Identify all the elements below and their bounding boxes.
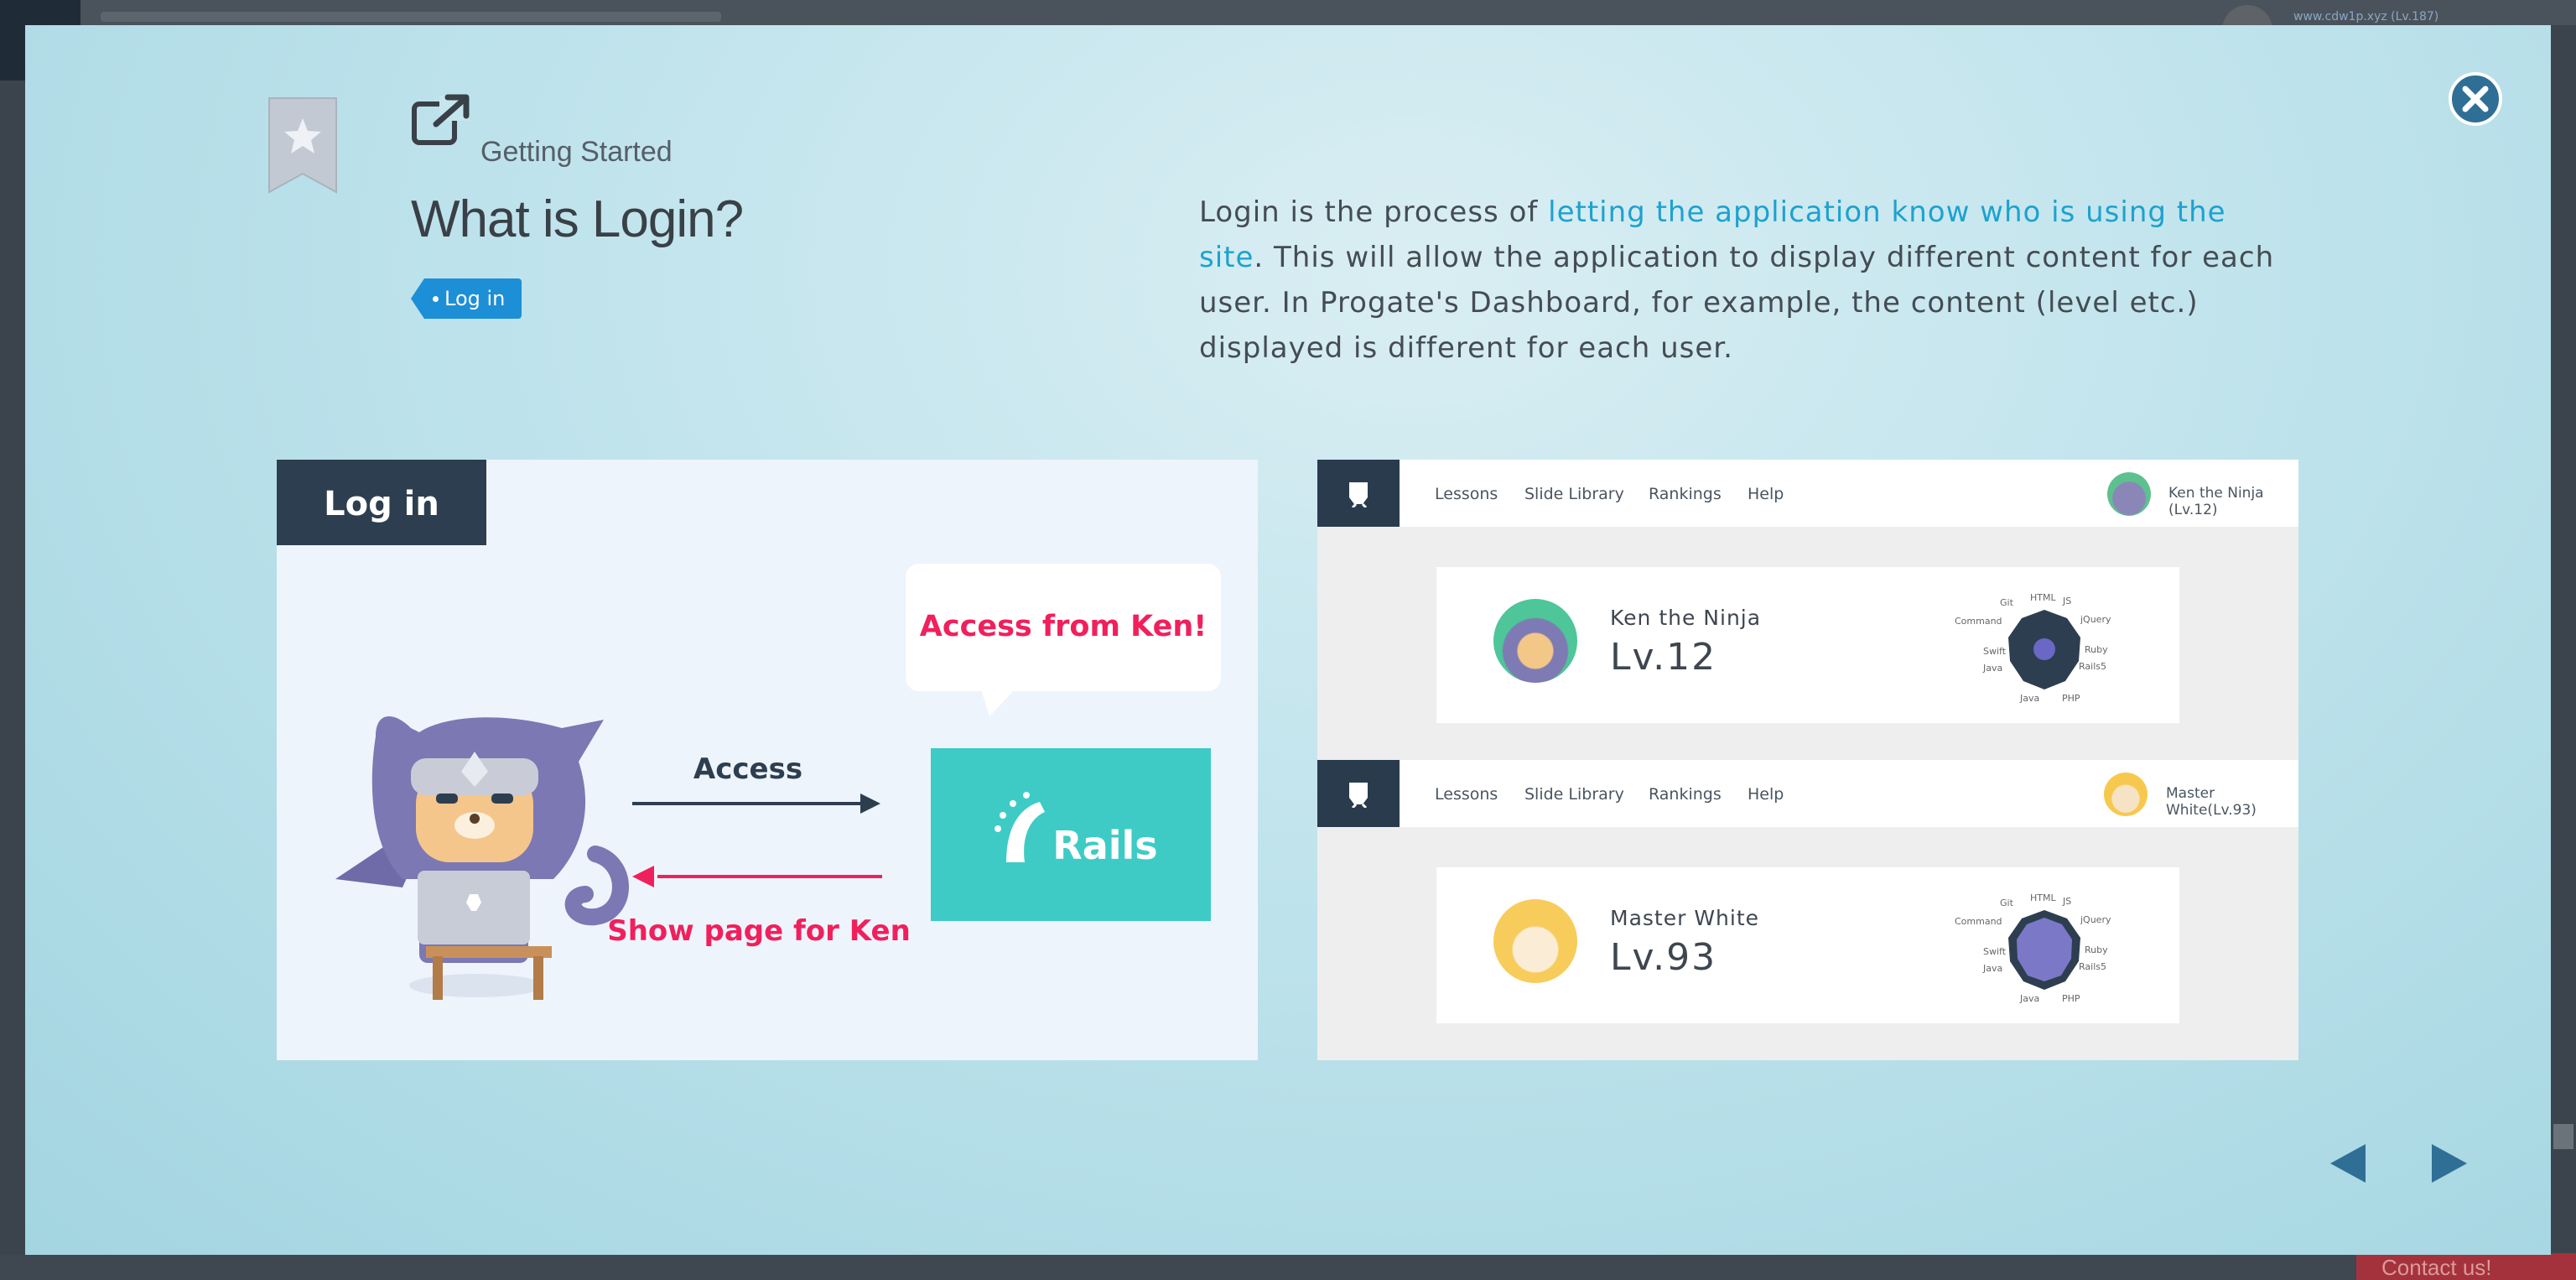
- background-search-bar: [101, 12, 721, 22]
- avatar: [2104, 773, 2148, 816]
- slide-modal: Getting Started What is Login? Log in Lo…: [25, 25, 2551, 1255]
- description-text: Login is the process of: [1199, 195, 1549, 229]
- background-user-label: www.cdw1p.xyz (Lv.187): [2293, 10, 2439, 23]
- radar-label: Java: [2019, 993, 2039, 1004]
- avatar: [2107, 472, 2151, 516]
- radar-label: Rails5: [2079, 661, 2106, 672]
- next-slide-button[interactable]: [2428, 1141, 2470, 1186]
- previous-slide-button[interactable]: [2327, 1141, 2369, 1186]
- nav-lessons: Lessons: [1435, 485, 1498, 503]
- skill-radar: Git HTML JS jQuery Ruby Rails5 PHP Java …: [1955, 892, 2111, 1004]
- radar-label: Ruby: [2085, 644, 2108, 655]
- radar-label: HTML: [2030, 892, 2056, 903]
- close-icon: [2462, 86, 2489, 112]
- profile-card: Master White Lv.93 Git HTML JS jQuery Ru…: [1436, 867, 2179, 1023]
- access-arrow: [632, 793, 880, 814]
- dashboard-user-label: Ken the Ninja (Lv.12): [2168, 485, 2264, 518]
- bookmark-icon[interactable]: [266, 96, 340, 195]
- nav-rankings: Rankings: [1649, 485, 1722, 503]
- radar-label: Swift: [1983, 946, 2007, 957]
- external-link-icon[interactable]: [411, 92, 471, 146]
- radar-label: Ruby: [2085, 944, 2108, 955]
- dashboard-user-label: Master White(Lv.93): [2166, 785, 2257, 819]
- progate-logo-icon: [1317, 460, 1400, 527]
- avatar: [1493, 899, 1577, 983]
- background-scrollbar[interactable]: [2553, 1124, 2573, 1149]
- radar-label: jQuery: [2080, 914, 2111, 925]
- radar-label: Git: [2000, 898, 2014, 908]
- access-label: Access: [693, 752, 802, 786]
- skill-radar: Git HTML JS jQuery Ruby Rails5 PHP Java …: [1955, 592, 2111, 704]
- dashboard-master-white: Lessons Slide Library Rankings Help Mast…: [1317, 760, 2298, 1060]
- response-label: Show page for Ken: [607, 914, 911, 948]
- nav-rankings: Rankings: [1649, 785, 1722, 804]
- response-arrow: [632, 866, 882, 887]
- arrow-right-icon: [2432, 1144, 2467, 1183]
- radar-label: Command: [1955, 916, 2002, 927]
- rails-label: Rails: [1052, 823, 1157, 868]
- profile-level: Lv.12: [1610, 636, 1717, 679]
- profile-name: Ken the Ninja: [1610, 606, 1762, 630]
- radar-label: jQuery: [2080, 614, 2111, 625]
- slide-title: What is Login?: [411, 190, 744, 248]
- slide-description: Login is the process of letting the appl…: [1199, 190, 2289, 371]
- radar-label: Java: [1982, 663, 2002, 674]
- background-footer: [0, 1255, 2576, 1280]
- dashboard-ken: Lessons Slide Library Rankings Help Ken …: [1317, 460, 2298, 762]
- radar-label: PHP: [2062, 693, 2080, 704]
- progate-logo-icon: [1317, 760, 1400, 827]
- nav-help: Help: [1748, 485, 1784, 503]
- slide-category: Getting Started: [480, 136, 673, 168]
- login-illustration: Log in Access from Ken! Access Show page…: [277, 460, 1258, 1060]
- ninja-character: [335, 716, 629, 1000]
- radar-label: JS: [2062, 896, 2071, 907]
- radar-label: JS: [2062, 596, 2071, 606]
- dashboard-nav: Lessons Slide Library Rankings Help Ken …: [1317, 460, 2298, 527]
- contact-us-button[interactable]: Contact us!: [2356, 1253, 2576, 1280]
- arrow-left-icon: [2330, 1144, 2366, 1183]
- slide-tag[interactable]: Log in: [411, 278, 522, 319]
- dashboard-illustration: Lessons Slide Library Rankings Help Ken …: [1317, 460, 2298, 1060]
- radar-label: Git: [2000, 597, 2014, 608]
- nav-lessons: Lessons: [1435, 785, 1498, 804]
- description-text-rest: . This will allow the application to dis…: [1199, 241, 2275, 365]
- nav-slide-library: Slide Library: [1524, 785, 1624, 804]
- radar-label: Command: [1955, 616, 2002, 627]
- radar-label: Java: [1982, 963, 2002, 974]
- radar-label: Rails5: [2079, 961, 2106, 972]
- radar-label: Java: [2019, 693, 2039, 704]
- radar-label: PHP: [2062, 993, 2080, 1004]
- radar-label: HTML: [2030, 592, 2056, 603]
- nav-help: Help: [1748, 785, 1784, 804]
- radar-label: Swift: [1983, 646, 2007, 657]
- profile-level: Lv.93: [1610, 936, 1717, 979]
- dashboard-nav: Lessons Slide Library Rankings Help Mast…: [1317, 760, 2298, 827]
- close-button[interactable]: [2449, 72, 2502, 126]
- profile-card: Ken the Ninja Lv.12 Git HTML JS jQuery R…: [1436, 567, 2179, 723]
- bubble-text: Access from Ken!: [920, 610, 1207, 643]
- profile-name: Master White: [1610, 906, 1760, 930]
- avatar: [1493, 599, 1577, 683]
- nav-slide-library: Slide Library: [1524, 485, 1624, 503]
- illustration-header: Log in: [324, 485, 439, 523]
